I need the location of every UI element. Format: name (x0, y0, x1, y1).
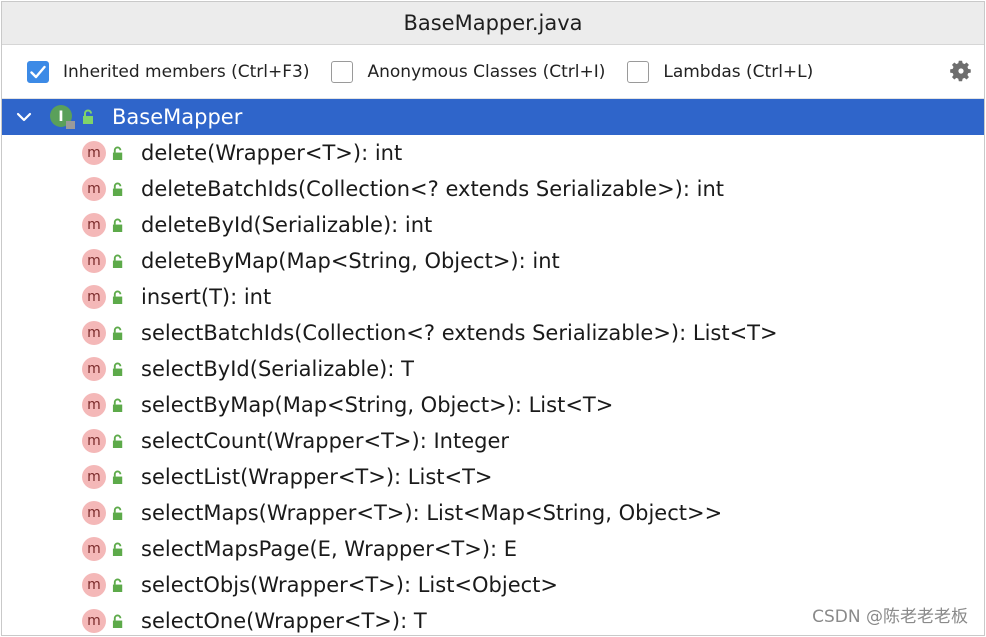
lock-icon (112, 542, 123, 556)
method-icon: m (82, 465, 106, 489)
lambdas-checkbox[interactable] (627, 60, 650, 83)
lock-icon (112, 254, 123, 268)
structure-tree: I BaseMapper m delete(Wrapper<T>): int m de… (2, 99, 984, 635)
method-row[interactable]: m deleteBatchIds(Collection<? extends Ser… (2, 171, 984, 207)
inherited-members-label: Inherited members (Ctrl+F3) (63, 61, 310, 82)
method-row[interactable]: m selectBatchIds(Collection<? extends Ser… (2, 315, 984, 351)
anonymous-classes-option[interactable]: Anonymous Classes (Ctrl+I) (331, 60, 606, 83)
svg-text:I: I (58, 109, 63, 125)
method-label: selectCount(Wrapper<T>): Integer (141, 429, 509, 453)
lock-icon (83, 109, 93, 124)
watermark: CSDN @陈老老老板 (812, 607, 968, 627)
method-label: insert(T): int (141, 285, 272, 309)
popup-title: BaseMapper.java (2, 2, 984, 45)
method-icon: m (82, 501, 106, 525)
method-label: selectObjs(Wrapper<T>): List<Object> (141, 573, 559, 597)
lock-icon (112, 290, 123, 304)
method-row[interactable]: m selectById(Serializable): T (2, 351, 984, 387)
filter-toolbar: Inherited members (Ctrl+F3) Anonymous Cl… (2, 45, 984, 99)
method-icon: m (82, 537, 106, 561)
method-label: selectList(Wrapper<T>): List<T> (141, 465, 493, 489)
method-label: selectBatchIds(Collection<? extends Seri… (141, 321, 778, 345)
method-label: deleteBatchIds(Collection<? extends Seri… (141, 177, 725, 201)
method-row[interactable]: m delete(Wrapper<T>): int (2, 135, 984, 171)
lock-icon (112, 182, 123, 196)
method-label: selectByMap(Map<String, Object>): List<T… (141, 393, 614, 417)
method-row[interactable]: m deleteById(Serializable): int (2, 207, 984, 243)
method-row[interactable]: m selectMaps(Wrapper<T>): List<Map<String… (2, 495, 984, 531)
method-icon: m (82, 573, 106, 597)
method-icon: m (82, 213, 106, 237)
lock-icon (112, 218, 123, 232)
method-icon: m (82, 285, 106, 309)
lock-icon (112, 578, 123, 592)
gear-icon[interactable] (948, 58, 974, 84)
method-icon: m (82, 177, 106, 201)
method-label: selectOne(Wrapper<T>): T (141, 609, 427, 633)
inherited-members-checkbox[interactable] (27, 60, 49, 83)
method-icon: m (82, 321, 106, 345)
method-icon: m (82, 249, 106, 273)
method-row[interactable]: m insert(T): int (2, 279, 984, 315)
tree-root-basemapper[interactable]: I BaseMapper (2, 99, 984, 135)
structure-popup: BaseMapper.java Inherited members (Ctrl+… (1, 1, 985, 636)
method-list: m delete(Wrapper<T>): int m deleteBatchIds(… (2, 135, 984, 635)
interface-icon: I (50, 105, 75, 129)
method-row[interactable]: m deleteByMap(Map<String, Object>): int (2, 243, 984, 279)
lock-icon (112, 614, 123, 628)
method-icon: m (82, 393, 106, 417)
method-row[interactable]: m selectByMap(Map<String, Object>): List<… (2, 387, 984, 423)
method-row[interactable]: m selectList(Wrapper<T>): List<T> (2, 459, 984, 495)
lock-icon (112, 506, 123, 520)
method-label: selectMaps(Wrapper<T>): List<Map<String,… (141, 501, 723, 525)
method-icon: m (82, 609, 106, 633)
lock-icon (112, 362, 123, 376)
anonymous-classes-label: Anonymous Classes (Ctrl+I) (367, 61, 606, 82)
method-label: deleteByMap(Map<String, Object>): int (141, 249, 560, 273)
method-icon: m (82, 429, 106, 453)
check-icon (30, 65, 46, 78)
lambdas-option[interactable]: Lambdas (Ctrl+L) (627, 60, 814, 83)
method-label: selectMapsPage(E, Wrapper<T>): E (141, 537, 518, 561)
method-icon: m (82, 141, 106, 165)
method-label: deleteById(Serializable): int (141, 213, 433, 237)
lock-icon (112, 146, 123, 160)
method-label: selectById(Serializable): T (141, 357, 414, 381)
method-label: delete(Wrapper<T>): int (141, 141, 403, 165)
lock-icon (112, 326, 123, 340)
inherited-members-option[interactable]: Inherited members (Ctrl+F3) (27, 60, 310, 83)
lock-icon (112, 398, 123, 412)
method-row[interactable]: m selectMapsPage(E, Wrapper<T>): E (2, 531, 984, 567)
lock-icon (112, 434, 123, 448)
lock-icon (112, 470, 123, 484)
method-row[interactable]: m selectCount(Wrapper<T>): Integer (2, 423, 984, 459)
method-row[interactable]: m selectObjs(Wrapper<T>): List<Object> (2, 567, 984, 603)
tree-root-label: BaseMapper (112, 105, 243, 129)
chevron-down-icon[interactable] (14, 107, 34, 127)
method-icon: m (82, 357, 106, 381)
lambdas-label: Lambdas (Ctrl+L) (663, 61, 814, 82)
anonymous-classes-checkbox[interactable] (331, 60, 354, 83)
